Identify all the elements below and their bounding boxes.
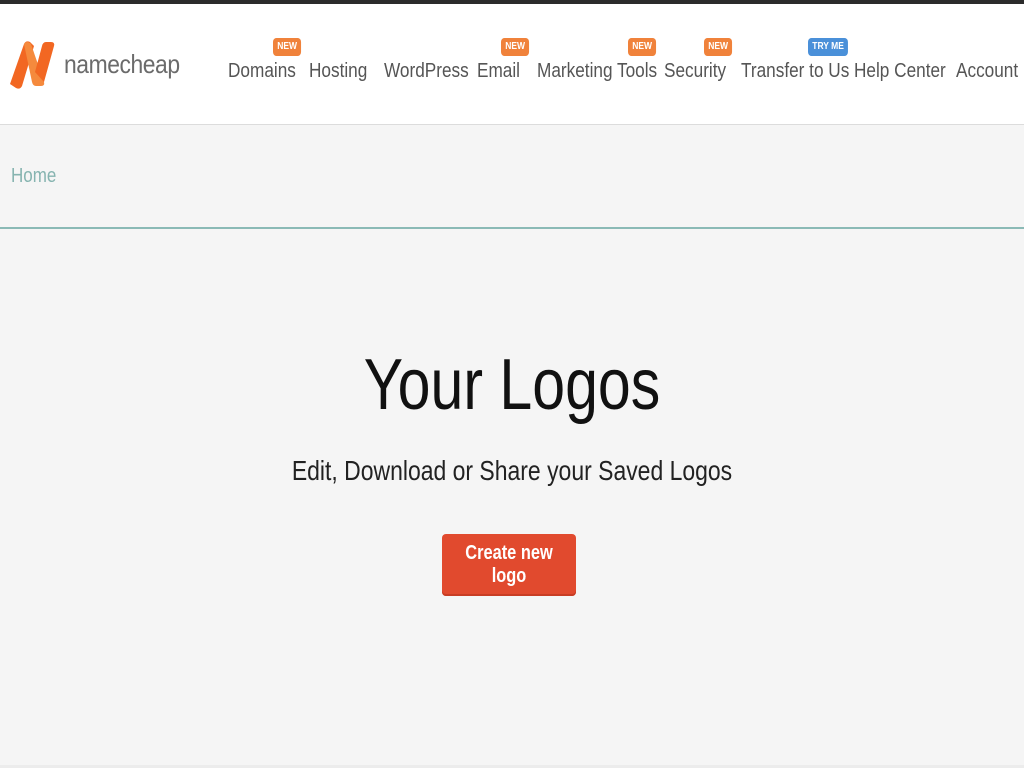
create-new-logo-button[interactable]: Create new logo: [442, 534, 576, 596]
nav-hosting[interactable]: Hosting: [309, 60, 367, 83]
badge-email-new: NEW: [501, 38, 530, 56]
badge-marketing-new: NEW: [628, 38, 657, 56]
create-new-logo-label: Create new logo: [465, 542, 553, 587]
nav-transfer-to-us[interactable]: Transfer to Us: [741, 60, 849, 83]
nav-wordpress[interactable]: WordPress: [384, 60, 469, 83]
hero-section: Your Logos Edit, Download or Share your …: [0, 229, 1024, 765]
site-header: namecheap NEW Domains Hosting WordPress …: [0, 4, 1024, 125]
nav-account[interactable]: Account: [956, 60, 1018, 83]
breadcrumb-bar: Home: [0, 125, 1024, 229]
page-title: Your Logos: [363, 345, 661, 425]
badge-security-new: NEW: [704, 38, 733, 56]
page-subtitle: Edit, Download or Share your Saved Logos: [291, 455, 733, 486]
badge-domains-new: NEW: [273, 38, 302, 56]
nav-marketing-tools[interactable]: Marketing Tools: [537, 60, 657, 83]
nav-help-center[interactable]: Help Center: [854, 60, 946, 83]
badge-transfer-try-me: TRY ME: [808, 38, 849, 56]
nav-email[interactable]: Email: [477, 60, 520, 83]
nav-security[interactable]: Security: [664, 60, 726, 83]
nav-domains[interactable]: Domains: [228, 60, 296, 83]
main-nav: NEW Domains Hosting WordPress NEW Email …: [0, 4, 1024, 124]
breadcrumb-home[interactable]: Home: [11, 165, 56, 188]
